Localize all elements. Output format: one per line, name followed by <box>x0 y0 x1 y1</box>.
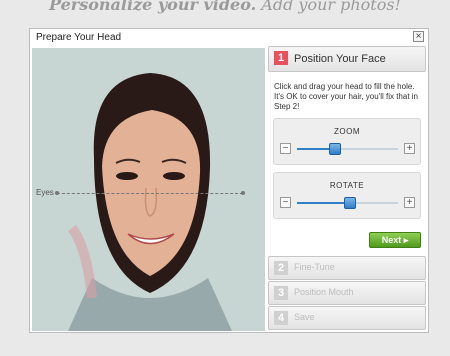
step-position-mouth[interactable]: 3 Position Mouth <box>268 281 426 305</box>
step-label: Position Your Face <box>294 53 386 65</box>
page-banner: Personalize your video. Add your photos! <box>0 0 450 17</box>
step-number: 3 <box>274 286 288 300</box>
rotate-label: ROTATE <box>329 181 365 190</box>
zoom-slider-thumb[interactable] <box>329 143 342 155</box>
rotate-slider-thumb[interactable] <box>343 197 356 209</box>
banner-bold-text: Personalize your video. <box>49 0 257 14</box>
step-position-face[interactable]: 1 Position Your Face <box>268 46 426 72</box>
instructions-text: Click and drag your head to fill the hol… <box>274 82 419 111</box>
steps-panel: 1 Position Your Face Click and drag your… <box>267 46 429 331</box>
zoom-in-button[interactable]: + <box>404 143 415 154</box>
zoom-out-button[interactable]: − <box>280 143 291 154</box>
dialog-title: Prepare Your Head <box>36 32 122 43</box>
step-fine-tune[interactable]: 2 Fine-Tune <box>268 256 426 280</box>
step-number: 1 <box>274 51 288 65</box>
next-button[interactable]: Next ▸ <box>369 232 421 248</box>
zoom-slider-track[interactable] <box>297 143 398 155</box>
step-label: Position Mouth <box>294 287 354 297</box>
prepare-head-dialog: Prepare Your Head × Eyes 1 Position Your… <box>29 28 429 333</box>
rotate-slider-fill <box>297 202 350 204</box>
zoom-control: ZOOM − + <box>273 118 421 165</box>
close-icon[interactable]: × <box>413 31 424 42</box>
step-save[interactable]: 4 Save <box>268 306 426 330</box>
rotate-right-button[interactable]: + <box>404 197 415 208</box>
step-number: 4 <box>274 311 288 325</box>
step-label: Fine-Tune <box>294 262 335 272</box>
step-label: Save <box>294 312 315 322</box>
banner-rest-text: Add your photos! <box>256 0 401 14</box>
rotate-control: ROTATE − + <box>273 172 421 219</box>
rotate-slider-track[interactable] <box>297 197 398 209</box>
head-photo-canvas[interactable]: Eyes <box>32 48 265 331</box>
eyes-guide-label: Eyes <box>36 188 54 197</box>
step-number: 2 <box>274 261 288 275</box>
head-photo-image <box>32 48 265 331</box>
zoom-label: ZOOM <box>334 127 360 136</box>
rotate-left-button[interactable]: − <box>280 197 291 208</box>
eyes-guide-line <box>55 191 245 195</box>
